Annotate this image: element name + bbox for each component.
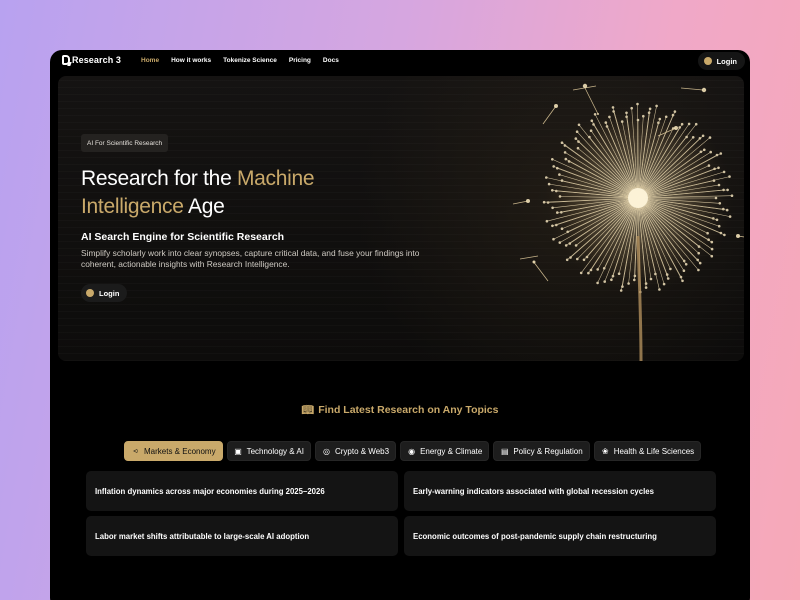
hero-title-gold1: Machine xyxy=(236,167,315,190)
nav-links: Home How it works Tokenize Science Prici… xyxy=(141,57,351,64)
tab-policy-regulation[interactable]: ▤ Policy & Regulation xyxy=(493,441,590,461)
nav-link-docs[interactable]: Docs xyxy=(323,57,339,64)
hero-login-button[interactable]: Login xyxy=(81,284,128,302)
tab-energy-climate[interactable]: ◉ Energy & Climate xyxy=(400,441,490,461)
research-card[interactable]: Early-warning indicators associated with… xyxy=(404,471,716,511)
hero-login-label: Login xyxy=(99,288,120,298)
research-card[interactable]: Labor market shifts attributable to larg… xyxy=(86,516,398,556)
tab-markets-economy[interactable]: ⪦ Markets & Economy xyxy=(124,441,223,461)
hero-title-part1: Research for the xyxy=(81,167,237,190)
tab-label: Policy & Regulation xyxy=(513,446,583,456)
top-nav: Research 3 Home How it works Tokenize Sc… xyxy=(50,50,750,72)
tab-health-life-sciences[interactable]: ❀ Health & Life Sciences xyxy=(593,441,702,461)
hero-badge: AI For Scientific Research xyxy=(81,134,169,152)
tab-label: Crypto & Web3 xyxy=(334,446,390,456)
document-icon: ▤ xyxy=(501,446,509,456)
research-card[interactable]: Inflation dynamics across major economie… xyxy=(86,471,398,511)
coin-icon: ◎ xyxy=(322,446,330,456)
hero-section: AI For Scientific Research Research for … xyxy=(58,76,744,361)
chart-icon: ⪦ xyxy=(133,446,138,455)
login-dot-icon xyxy=(703,57,712,65)
globe-icon: ◉ xyxy=(408,446,416,456)
logo-text: Research 3 xyxy=(72,55,122,65)
nav-link-tokenize-science[interactable]: Tokenize Science xyxy=(223,57,277,64)
hero-title: Research for the Machine Intelligence Age xyxy=(81,165,421,221)
book-icon: 📖︎ xyxy=(301,405,315,416)
logo[interactable]: Research 3 xyxy=(62,55,121,65)
hero-subtitle: AI Search Engine for Scientific Research xyxy=(81,231,285,243)
login-dot-icon xyxy=(86,289,94,297)
tab-crypto-web3[interactable]: ◎ Crypto & Web3 xyxy=(314,441,397,461)
nav-login-label: Login xyxy=(716,56,737,66)
nav-link-how-it-works[interactable]: How it works xyxy=(171,57,211,64)
ai-icon: ▣ xyxy=(234,446,242,456)
tab-label: Markets & Economy xyxy=(144,446,216,456)
tab-label: Technology & AI xyxy=(246,446,304,456)
nav-link-pricing[interactable]: Pricing xyxy=(289,57,311,64)
hero-title-gold2: Intelligence xyxy=(81,195,184,218)
nav-link-home[interactable]: Home xyxy=(141,57,159,64)
tab-label: Energy & Climate xyxy=(420,446,483,456)
logo-icon xyxy=(62,55,70,65)
tab-label: Health & Life Sciences xyxy=(613,446,695,456)
tab-technology-ai[interactable]: ▣ Technology & AI xyxy=(226,441,311,461)
topics-heading: 📖︎ Find Latest Research on Any Topics xyxy=(50,404,750,416)
hero-title-part2: Age xyxy=(183,195,225,218)
browser-window: Research 3 Home How it works Tokenize Sc… xyxy=(50,50,750,600)
hero-description: Simplify scholarly work into clear synop… xyxy=(81,248,420,269)
topics-heading-text: Find Latest Research on Any Topics xyxy=(318,404,499,416)
nav-login-button[interactable]: Login xyxy=(697,52,745,70)
dandelion-illustration xyxy=(512,83,744,361)
topic-tabs: ⪦ Markets & Economy ▣ Technology & AI ◎ … xyxy=(124,441,702,461)
molecule-icon: ❀ xyxy=(601,446,609,456)
research-card[interactable]: Economic outcomes of post-pandemic suppl… xyxy=(404,516,716,556)
